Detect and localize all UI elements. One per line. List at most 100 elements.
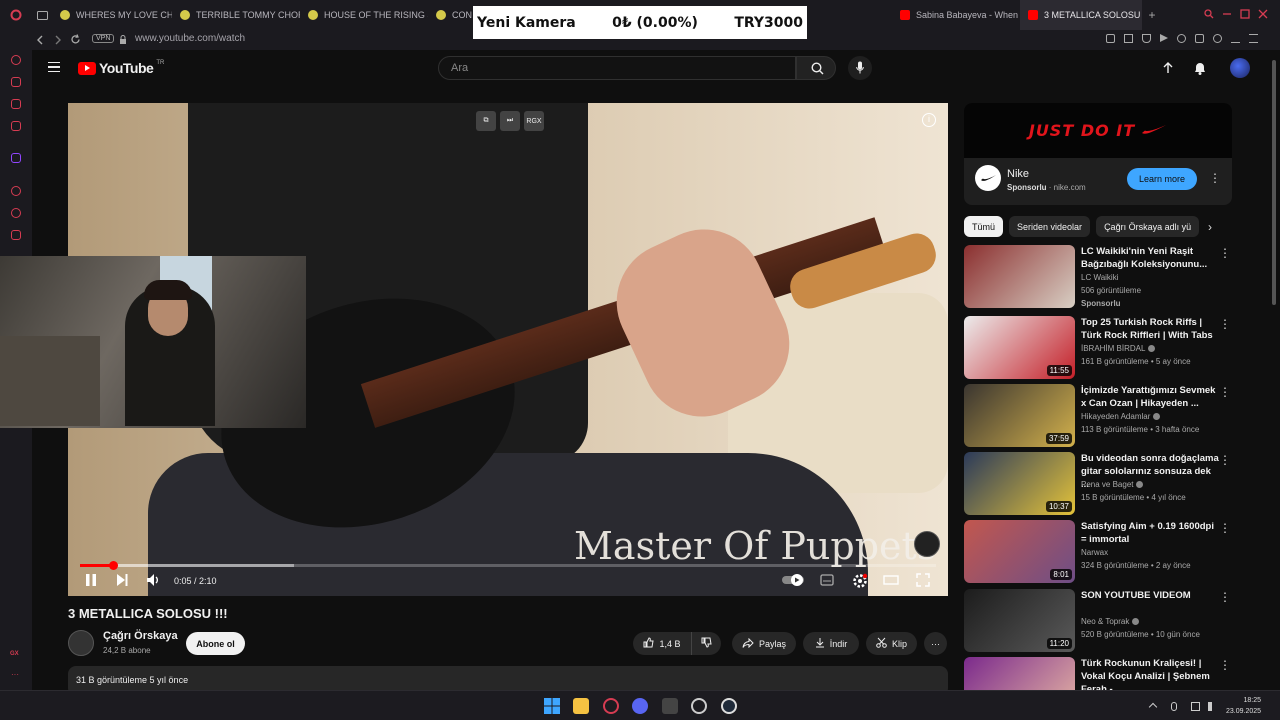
pin-icon[interactable] bbox=[1106, 34, 1115, 43]
fullscreen-icon[interactable] bbox=[916, 573, 932, 589]
opera-logo-icon[interactable] bbox=[0, 0, 32, 30]
windows-start-icon[interactable] bbox=[544, 698, 560, 714]
recommendation-title[interactable]: Satisfying Aim + 0.19 1600dpi = immortal bbox=[1081, 520, 1221, 546]
tray-chevron-icon[interactable] bbox=[1148, 702, 1158, 712]
sidebar-twitch-icon[interactable] bbox=[11, 153, 21, 163]
recommendation-thumbnail[interactable]: 10:37 bbox=[964, 452, 1075, 515]
back-icon[interactable] bbox=[36, 35, 44, 48]
reload-icon[interactable] bbox=[70, 34, 81, 48]
sidebar-clock-icon[interactable] bbox=[11, 208, 21, 218]
download-button[interactable]: İndir bbox=[803, 632, 859, 655]
avatar-icon[interactable] bbox=[1230, 58, 1250, 78]
more-actions-button[interactable]: ··· bbox=[924, 632, 947, 655]
close-window-icon[interactable] bbox=[1258, 6, 1280, 24]
channel-name[interactable]: Çağrı Örskaya bbox=[103, 630, 178, 642]
upload-icon[interactable] bbox=[1160, 60, 1176, 76]
learn-more-button[interactable]: Learn more bbox=[1127, 168, 1197, 190]
volume-icon[interactable] bbox=[146, 573, 162, 589]
url-text[interactable]: www.youtube.com/watch bbox=[135, 33, 245, 44]
recommendation-channel[interactable]: Neo & Toprak bbox=[1081, 617, 1140, 626]
recommendation-thumbnail[interactable] bbox=[964, 657, 1075, 690]
discord-icon[interactable] bbox=[632, 698, 648, 714]
search-tabs-icon[interactable] bbox=[1204, 6, 1222, 24]
recommendation-title[interactable]: SON YOUTUBE VIDEOM bbox=[1081, 589, 1221, 602]
dislike-button[interactable] bbox=[691, 632, 721, 655]
voice-search-button[interactable] bbox=[848, 56, 872, 80]
new-tab-button[interactable]: + bbox=[1142, 8, 1162, 22]
hamburger-icon[interactable] bbox=[48, 62, 60, 72]
recommendation-channel[interactable]: Narwax bbox=[1081, 548, 1108, 557]
popout-icon[interactable]: ⧉ bbox=[476, 111, 496, 131]
theater-icon[interactable] bbox=[883, 573, 899, 589]
like-button[interactable]: 1,4 B bbox=[633, 632, 691, 655]
recommendation-menu-icon[interactable]: ⋮ bbox=[1219, 591, 1231, 603]
shield-icon[interactable] bbox=[1142, 34, 1151, 43]
recommendation-menu-icon[interactable]: ⋮ bbox=[1219, 386, 1231, 398]
recommendation-title[interactable]: İçimizde Yarattığımızı Sevmek x Can Ozan… bbox=[1081, 384, 1221, 410]
next-icon[interactable] bbox=[115, 573, 131, 589]
sidebar-extensions-icon[interactable] bbox=[11, 230, 21, 240]
extensions-icon[interactable] bbox=[1195, 34, 1204, 43]
skip-icon[interactable]: ⏭ bbox=[500, 111, 520, 131]
recommendation-menu-icon[interactable]: ⋮ bbox=[1219, 659, 1231, 671]
voicemeeter-icon[interactable] bbox=[662, 698, 678, 714]
sidebar-messenger-icon[interactable] bbox=[11, 99, 21, 109]
bell-icon[interactable] bbox=[1192, 60, 1208, 76]
recommendation-item[interactable]: Türk Rockunun Kraliçesi! | Vokal Koçu An… bbox=[964, 657, 1234, 690]
advertiser-logo[interactable] bbox=[975, 165, 1001, 191]
vpn-badge[interactable]: VPN bbox=[92, 34, 115, 43]
recommendation-thumbnail[interactable] bbox=[964, 245, 1075, 308]
sidebar-player-icon[interactable] bbox=[11, 186, 21, 196]
forward-icon[interactable] bbox=[54, 35, 62, 48]
recommendation-channel[interactable]: Pena ve Baget bbox=[1081, 480, 1144, 489]
recommendation-thumbnail[interactable]: 8:01 bbox=[964, 520, 1075, 583]
obs-icon[interactable] bbox=[691, 698, 707, 714]
browser-tab[interactable]: TERRIBLE TOMMY CHOR bbox=[172, 0, 300, 30]
speaker-icon[interactable] bbox=[1208, 702, 1214, 711]
channel-avatar[interactable] bbox=[68, 630, 94, 656]
ad-menu-icon[interactable]: ⋮ bbox=[1209, 172, 1221, 184]
chip-all[interactable]: Tümü bbox=[964, 216, 1004, 237]
browser-tab-active[interactable]: 3 METALLICA SOLOSU bbox=[1020, 0, 1142, 30]
channel-watermark-icon[interactable] bbox=[914, 531, 940, 557]
heart-icon[interactable] bbox=[1177, 34, 1186, 43]
recommendation-channel[interactable]: LC Waikiki bbox=[1081, 273, 1118, 282]
snapshot-icon[interactable] bbox=[1124, 34, 1133, 43]
recommendation-thumbnail[interactable]: 11:55 bbox=[964, 316, 1075, 379]
ad-banner[interactable]: JUST DO IT bbox=[964, 103, 1232, 158]
play-toolbar-icon[interactable] bbox=[1160, 34, 1168, 42]
recommendation-item[interactable]: LC Waikiki'nin Yeni Raşit Bağzıbağlı Kol… bbox=[964, 245, 1234, 309]
recommendation-channel[interactable]: İBRAHİM BİRDAL bbox=[1081, 344, 1156, 353]
network-icon[interactable] bbox=[1191, 702, 1200, 711]
chip-series[interactable]: Seriden videolar bbox=[1009, 216, 1091, 237]
opera-gx-taskbar-icon[interactable] bbox=[603, 698, 619, 714]
recommendation-item[interactable]: 11:20 SON YOUTUBE VIDEOM Neo & Toprak 520 B… bbox=[964, 589, 1234, 653]
progress-scrubber[interactable] bbox=[108, 561, 118, 570]
file-explorer-icon[interactable] bbox=[573, 698, 589, 714]
clip-button[interactable]: Klip bbox=[866, 632, 917, 655]
system-clock[interactable]: 18:25 23.09.2025 bbox=[1226, 695, 1261, 717]
recommendation-title[interactable]: LC Waikiki'nin Yeni Raşit Bağzıbağlı Kol… bbox=[1081, 245, 1221, 271]
recommendation-thumbnail[interactable]: 11:20 bbox=[964, 589, 1075, 652]
profile-icon[interactable] bbox=[1213, 34, 1222, 43]
minimize-icon[interactable] bbox=[1222, 6, 1240, 24]
browser-tab[interactable]: WHERES MY LOVE CHOR bbox=[52, 0, 172, 30]
chip-channel[interactable]: Çağrı Örskaya adlı yü bbox=[1096, 216, 1200, 237]
sidebar-history-icon[interactable] bbox=[11, 55, 21, 65]
recommendation-title[interactable]: Türk Rockunun Kraliçesi! | Vokal Koçu An… bbox=[1081, 657, 1221, 690]
maximize-icon[interactable] bbox=[1240, 6, 1258, 24]
sidebar-news-icon[interactable] bbox=[11, 121, 21, 131]
recommendation-title[interactable]: Top 25 Turkish Rock Riffs | Türk Rock Ri… bbox=[1081, 316, 1221, 342]
sidebar-gx-icon[interactable]: GX bbox=[10, 651, 19, 657]
subscribe-button[interactable]: Abone ol bbox=[186, 632, 245, 655]
recommendation-item[interactable]: 10:37 Bu videodan sonra doğaçlama gitar s… bbox=[964, 452, 1234, 516]
chevron-right-icon[interactable]: › bbox=[1208, 220, 1212, 234]
sponsored-ad[interactable]: JUST DO IT Nike Sponsorlu · nike.com Lea… bbox=[964, 103, 1232, 205]
recommendation-item[interactable]: 11:55 Top 25 Turkish Rock Riffs | Türk Ro… bbox=[964, 316, 1234, 380]
search-button[interactable] bbox=[796, 56, 836, 80]
sidebar-more-icon[interactable]: ··· bbox=[11, 670, 19, 679]
download-toolbar-icon[interactable] bbox=[1231, 34, 1240, 43]
streamlabs-icon[interactable] bbox=[721, 698, 737, 714]
rgx-badge[interactable]: RGX bbox=[524, 111, 544, 131]
recommendation-thumbnail[interactable]: 37:59 bbox=[964, 384, 1075, 447]
